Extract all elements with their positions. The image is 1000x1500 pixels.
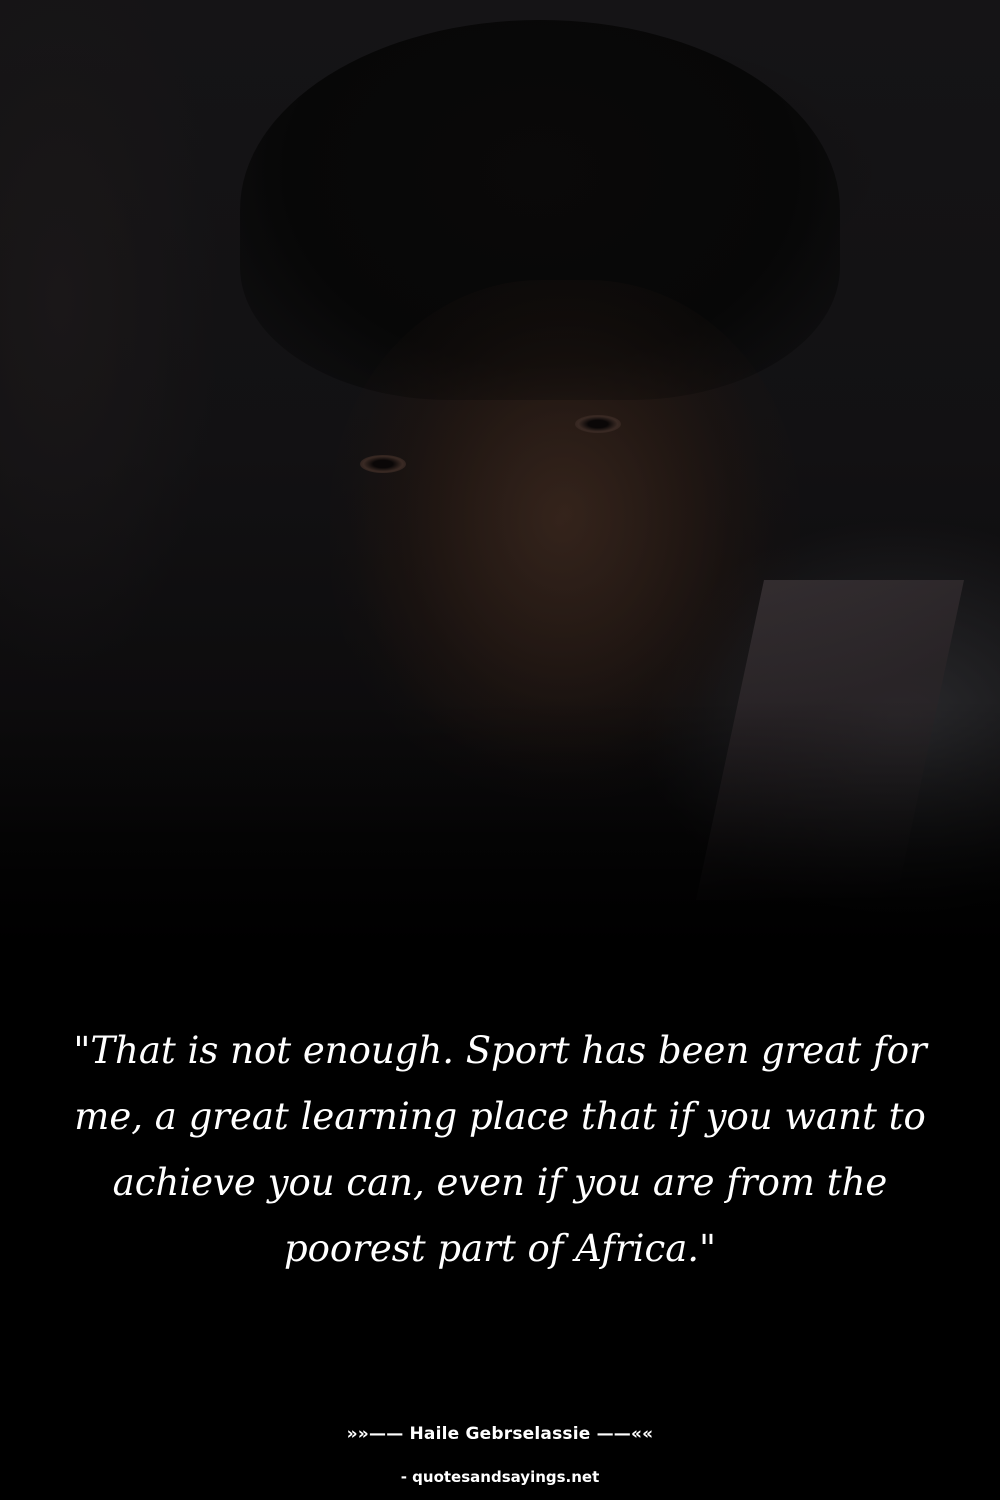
portrait-left-eye xyxy=(360,455,406,473)
portrait-right-eye xyxy=(575,415,621,433)
quote-author: »»—— Haile Gebrselassie ——«« xyxy=(346,1424,654,1444)
quote-card: "That is not enough. Sport has been grea… xyxy=(0,0,1000,1500)
portrait-photo xyxy=(0,0,1000,1020)
source-attribution: - quotesandsayings.net xyxy=(400,1468,600,1486)
photo-fade-overlay xyxy=(0,700,1000,1020)
quote-text: "That is not enough. Sport has been grea… xyxy=(73,1029,927,1270)
